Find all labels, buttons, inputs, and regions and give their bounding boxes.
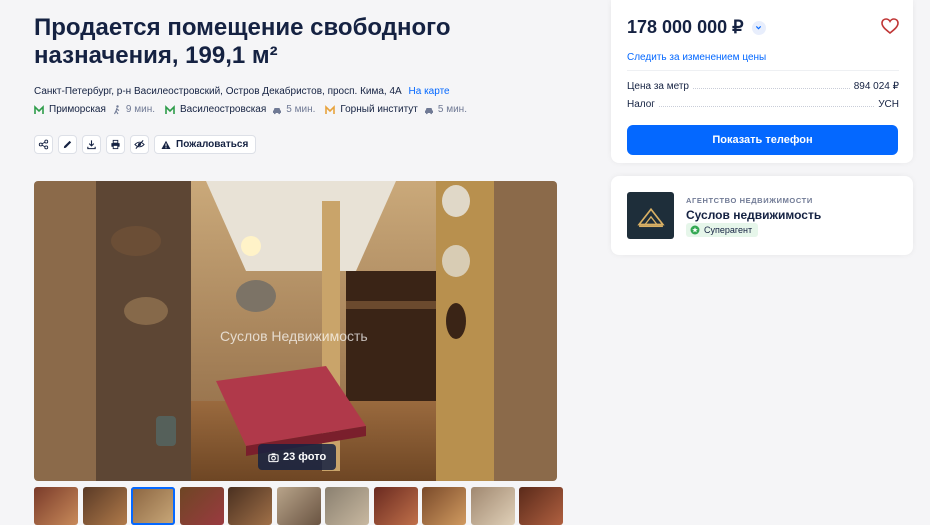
page-title: Продается помещение свободного назначени… [34, 14, 451, 69]
share-button[interactable] [34, 135, 53, 154]
map-link[interactable]: На карте [409, 86, 450, 97]
print-icon [111, 139, 120, 150]
metro-list: Приморская 9 мин. Василеостровская 5 мин… [34, 104, 477, 115]
photo-gallery[interactable]: Суслов Недвижимость 23 фото [34, 181, 557, 481]
thumbnail-strip [34, 487, 568, 525]
thumbnail[interactable] [228, 487, 272, 525]
hide-button[interactable] [130, 135, 149, 154]
metro-icon [34, 104, 44, 115]
metro-travel: 5 мин. [272, 104, 315, 115]
metro-station-name: Горный институт [340, 104, 418, 115]
thumbnail[interactable] [325, 487, 369, 525]
thumbnail[interactable] [373, 487, 418, 525]
price-per-meter-value: 894 024 ₽ [853, 81, 899, 92]
agent-logo [627, 192, 674, 239]
thumbnail[interactable] [422, 487, 466, 525]
thumbnail[interactable] [276, 487, 321, 525]
edit-button[interactable] [58, 135, 77, 154]
thumbnail[interactable] [470, 487, 515, 525]
complain-button[interactable]: Пожаловаться [154, 135, 257, 154]
agent-name[interactable]: Суслов недвижимость [686, 208, 821, 222]
address: Санкт-Петербург, р-н Василеостровский, О… [34, 86, 450, 97]
agent-type: АГЕНТСТВО НЕДВИЖИМОСТИ [686, 196, 813, 205]
metro-time: 5 мин. [286, 104, 316, 115]
tax-row: Налог УСН [627, 99, 899, 110]
thumbnail[interactable] [34, 487, 78, 525]
tax-label: Налог [627, 99, 655, 110]
thumbnail[interactable] [82, 487, 127, 525]
warning-icon [161, 140, 171, 149]
price-per-meter-row: Цена за метр 894 024 ₽ [627, 81, 899, 92]
edit-icon [63, 140, 72, 149]
tax-value: УСН [878, 99, 899, 110]
metro-travel: 5 мин. [424, 104, 467, 115]
follow-price-link[interactable]: Следить за изменением цены [627, 52, 766, 63]
metro-time: 9 мин. [125, 104, 156, 115]
metro-station-1[interactable]: Приморская 9 мин. [34, 104, 155, 115]
photo-count-button[interactable]: 23 фото [258, 444, 337, 470]
thumbnail[interactable] [519, 487, 563, 525]
price-per-meter-label: Цена за метр [627, 81, 689, 92]
thumbnail[interactable] [179, 487, 224, 525]
price-card: 178 000 000 ₽ Следить за изменением цены… [611, 0, 913, 163]
car-icon [273, 107, 282, 114]
metro-travel: 9 мин. [112, 104, 155, 115]
walk-icon [113, 104, 120, 114]
download-button[interactable] [82, 135, 101, 154]
metro-station-2[interactable]: Василеостровская 5 мин. [165, 104, 315, 115]
hide-icon [134, 140, 145, 149]
camera-icon [268, 452, 279, 462]
car-icon [424, 107, 433, 114]
dotted-leader [658, 106, 875, 107]
divider [627, 70, 899, 71]
metro-station-name: Василеостровская [180, 104, 267, 115]
price: 178 000 000 ₽ [627, 17, 766, 38]
address-text: Санкт-Петербург, р-н Василеостровский, О… [34, 86, 402, 97]
watermark: Суслов Недвижимость [220, 328, 368, 344]
chevron-down-icon [755, 26, 762, 30]
download-icon [87, 140, 96, 150]
share-icon [38, 139, 49, 150]
toolbar: Пожаловаться [34, 135, 257, 154]
metro-icon [165, 104, 175, 115]
photo-count-label: 23 фото [283, 451, 327, 463]
metro-station-3[interactable]: Горный институт 5 мин. [325, 104, 467, 115]
metro-time: 5 мин. [437, 104, 467, 115]
dotted-leader [693, 88, 850, 89]
show-phone-button[interactable]: Показать телефон [627, 125, 898, 155]
agent-card[interactable]: АГЕНТСТВО НЕДВИЖИМОСТИ Суслов недвижимос… [611, 176, 913, 255]
price-value: 178 000 000 ₽ [627, 17, 744, 37]
print-button[interactable] [106, 135, 125, 154]
metro-station-name: Приморская [49, 104, 106, 115]
metro-icon [325, 104, 336, 115]
complain-label: Пожаловаться [176, 139, 249, 150]
superagent-badge: Суперагент [686, 223, 759, 237]
price-history-toggle[interactable] [751, 20, 766, 35]
badge-label: Суперагент [704, 225, 753, 235]
thumbnail-active[interactable] [131, 487, 175, 525]
star-badge-icon [690, 225, 700, 235]
favorite-heart-icon[interactable] [881, 18, 899, 34]
